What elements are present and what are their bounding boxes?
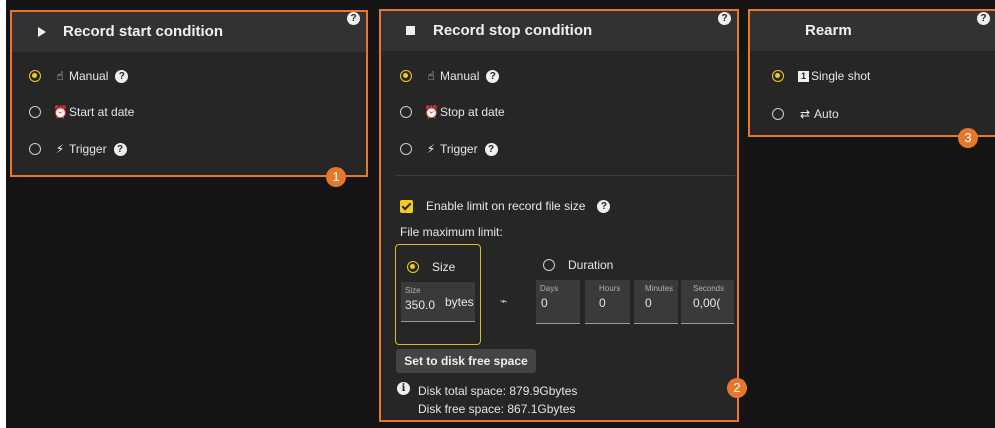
duration-radio[interactable] [543, 259, 555, 271]
size-option-label: Size [432, 260, 456, 274]
play-icon [38, 27, 46, 37]
days-input-value: 0 [541, 296, 548, 310]
duration-option-label: Duration [568, 258, 614, 272]
seconds-input-value: 0,00( [693, 296, 721, 310]
rearm-title: Rearm [805, 22, 852, 39]
start-trigger-help-icon[interactable]: ? [113, 142, 127, 156]
record-stop-title: Record stop condition [433, 22, 593, 39]
stop-trigger-label: Trigger [440, 142, 478, 156]
record-start-header: Record start condition [12, 12, 366, 52]
callout-badge-3: 3 [958, 128, 978, 148]
record-start-panel: Record start condition ? ☝ Manual ? ⏰ St… [10, 10, 368, 177]
days-input[interactable]: Days 0 [536, 280, 580, 324]
start-option-trigger[interactable]: ⚡ Trigger ? [29, 139, 127, 159]
start-trigger-radio[interactable] [29, 143, 41, 155]
single-shot-radio[interactable] [772, 70, 784, 82]
size-unit-label: bytes [445, 295, 474, 309]
lightning-icon: ⚡ [55, 142, 65, 156]
start-manual-radio[interactable] [29, 70, 41, 82]
rearm-header: Rearm [750, 11, 995, 51]
stop-option-trigger[interactable]: ⚡ Trigger ? [400, 139, 498, 159]
lightning-icon: ⚡ [426, 142, 436, 156]
start-date-radio[interactable] [29, 106, 41, 118]
stop-trigger-radio[interactable] [400, 143, 412, 155]
hours-input-value: 0 [599, 296, 606, 310]
start-manual-help-icon[interactable]: ? [115, 69, 129, 83]
stop-option-date[interactable]: ⏰ Stop at date [400, 102, 505, 122]
start-option-date[interactable]: ⏰ Start at date [29, 102, 134, 122]
single-shot-icon: 1 [798, 70, 809, 82]
seconds-input-label: Seconds [693, 284, 725, 293]
minutes-input-label: Minutes [645, 284, 674, 293]
size-input[interactable]: Size 350.0 bytes [401, 282, 475, 322]
record-stop-panel: Record stop condition ? ☝ Manual ? ⏰ Sto… [379, 9, 739, 422]
start-option-manual[interactable]: ☝ Manual ? [29, 66, 129, 86]
alarm-clock-icon: ⏰ [424, 105, 439, 119]
single-shot-label: Single shot [811, 69, 871, 83]
switch-arrow-icon: ⌁ [500, 294, 508, 308]
record-stop-help-icon[interactable]: ? [718, 12, 731, 25]
days-input-label: Days [540, 284, 559, 293]
size-input-label: Size [405, 286, 421, 295]
stop-trigger-help-icon[interactable]: ? [484, 142, 498, 156]
stop-manual-radio[interactable] [400, 70, 412, 82]
stop-icon [406, 26, 415, 35]
stop-date-radio[interactable] [400, 106, 412, 118]
section-divider [395, 175, 735, 176]
record-start-help-icon[interactable]: ? [347, 12, 360, 25]
hand-pointer-icon: ☝ [427, 69, 435, 83]
stop-manual-help-icon[interactable]: ? [486, 69, 500, 83]
repeat-icon: ⇄ [799, 107, 811, 121]
record-start-title: Record start condition [63, 23, 224, 40]
start-trigger-label: Trigger [69, 142, 107, 156]
seconds-input[interactable]: Seconds 0,00( [681, 280, 734, 324]
rearm-option-single-shot[interactable]: 1 Single shot [772, 66, 870, 86]
hours-input[interactable]: Hours 0 [585, 280, 630, 324]
duration-option[interactable]: Duration [543, 255, 613, 275]
auto-label: Auto [814, 107, 839, 121]
disk-free-space: Disk free space: 867.1Gbytes [418, 402, 576, 416]
size-radio[interactable] [407, 261, 419, 273]
disk-total-space: Disk total space: 879.9Gbytes [418, 384, 578, 398]
callout-badge-2: 2 [727, 378, 747, 398]
info-icon: i [397, 382, 410, 395]
stop-date-label: Stop at date [440, 105, 505, 119]
hand-pointer-icon: ☝ [56, 69, 64, 83]
size-input-value: 350.0 [405, 298, 436, 312]
file-max-limit-label: File maximum limit: [400, 225, 503, 239]
alarm-clock-icon: ⏰ [53, 105, 68, 119]
auto-radio[interactable] [772, 108, 784, 120]
enable-limit-label: Enable limit on record file size [426, 199, 586, 213]
set-to-disk-free-space-button[interactable]: Set to disk free space [396, 349, 536, 373]
stop-manual-label: Manual [440, 69, 480, 83]
rearm-help-icon[interactable]: ? [977, 12, 990, 25]
rearm-option-auto[interactable]: ⇄ Auto [772, 104, 839, 124]
minutes-input[interactable]: Minutes 0 [634, 280, 678, 324]
stop-option-manual[interactable]: ☝ Manual ? [400, 66, 500, 86]
callout-badge-1: 1 [326, 167, 346, 187]
minutes-input-value: 0 [645, 296, 652, 310]
start-date-label: Start at date [69, 105, 135, 119]
record-stop-header: Record stop condition [381, 11, 737, 51]
enable-limit-row[interactable]: Enable limit on record file size ? [400, 196, 611, 216]
start-manual-label: Manual [69, 69, 109, 83]
size-option[interactable]: Size [407, 257, 455, 277]
rearm-panel: Rearm ? 1 Single shot ⇄ Auto [748, 9, 995, 137]
enable-limit-checkbox[interactable] [400, 199, 413, 213]
hours-input-label: Hours [599, 284, 621, 293]
enable-limit-help-icon[interactable]: ? [597, 199, 611, 213]
